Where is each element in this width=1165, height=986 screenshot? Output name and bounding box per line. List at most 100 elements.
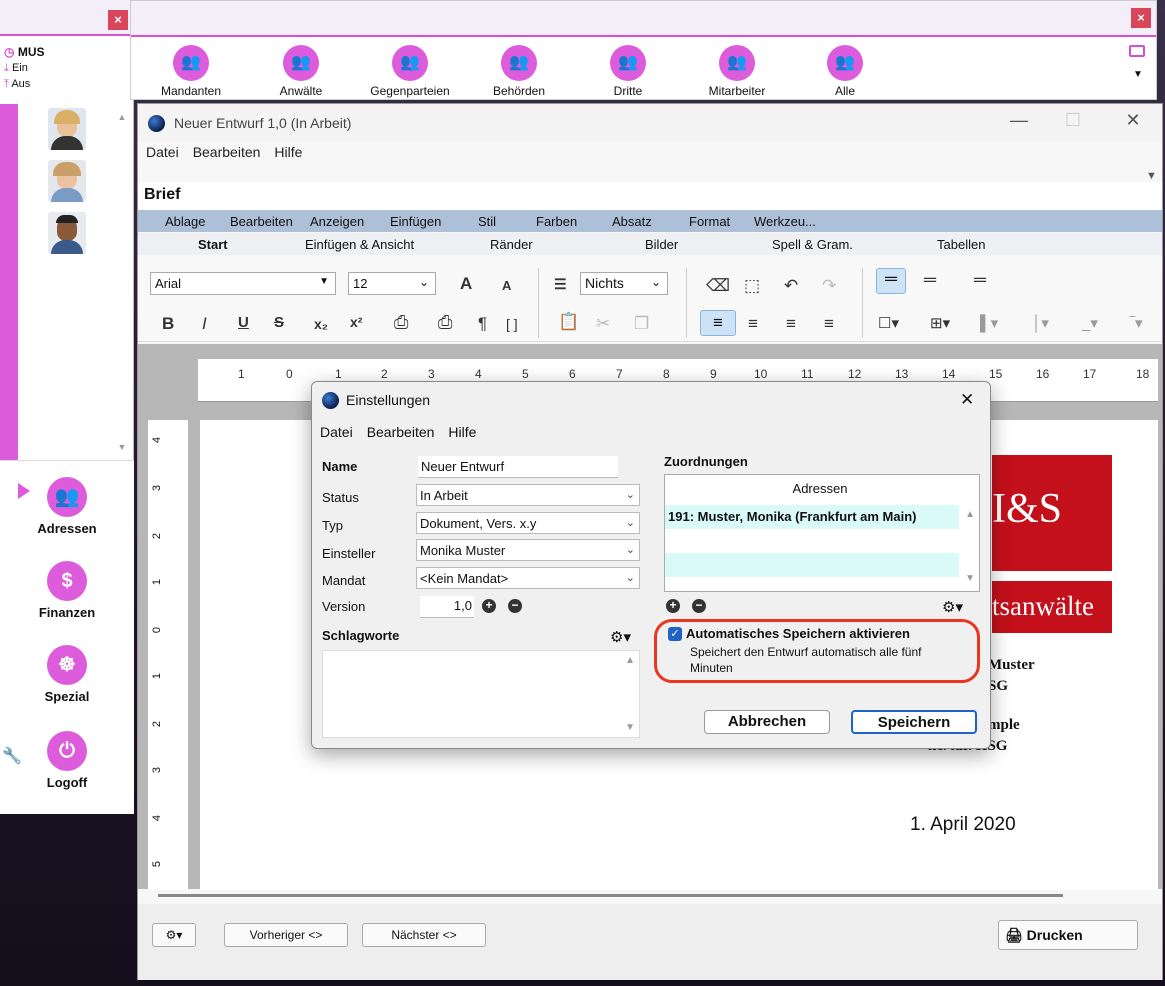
- ribbon-ablage[interactable]: Ablage: [165, 214, 205, 229]
- undo-icon[interactable]: ↶: [784, 276, 798, 296]
- avatar[interactable]: [48, 212, 86, 254]
- next-button[interactable]: Nächster <>: [362, 923, 486, 947]
- category-mandanten[interactable]: 👥 Mandanten: [141, 45, 241, 98]
- maximize-button[interactable]: ☐: [1058, 110, 1088, 131]
- font-size-select[interactable]: 12 ⌄: [348, 272, 436, 295]
- menu-hilfe[interactable]: Hilfe: [274, 144, 302, 160]
- mail-icon[interactable]: ✉: [2, 779, 14, 796]
- minimize-button[interactable]: —: [1004, 110, 1034, 131]
- grow-font-icon[interactable]: A: [460, 274, 472, 294]
- gear-icon[interactable]: ⚙▾: [942, 598, 963, 616]
- avatar-scrollbar[interactable]: ▲ ▼: [116, 112, 128, 457]
- left-close-button[interactable]: ×: [108, 10, 128, 30]
- status-select[interactable]: In Arbeit ⌄: [416, 484, 640, 506]
- name-field[interactable]: Neuer Entwurf: [418, 456, 618, 478]
- category-mitarbeiter[interactable]: 👥 Mitarbeiter: [687, 45, 787, 98]
- clock-in[interactable]: ⤓ Ein: [0, 60, 130, 76]
- ribbon-stil[interactable]: Stil: [478, 214, 496, 229]
- cancel-button[interactable]: Abbrechen: [704, 710, 830, 734]
- mandat-select[interactable]: <Kein Mandat> ⌄: [416, 567, 640, 589]
- dialog-close-icon[interactable]: ✕: [960, 390, 974, 410]
- menu-datei[interactable]: Datei: [320, 424, 353, 440]
- autosave-checkbox[interactable]: ✓: [668, 627, 682, 641]
- tab-einfuegen-ansicht[interactable]: Einfügen & Ansicht: [305, 237, 414, 252]
- keywords-list[interactable]: ▲ ▼: [322, 650, 640, 738]
- nav-spezial[interactable]: ☸ Spezial: [0, 645, 134, 704]
- vertical-ruler[interactable]: 4 3 2 1 0 1 2 3 4 5: [148, 420, 188, 890]
- menu-bearbeiten[interactable]: Bearbeiten: [367, 424, 435, 440]
- printer-icon[interactable]: ⎙: [438, 312, 452, 333]
- bold-icon[interactable]: B: [162, 314, 174, 334]
- spacing-double-icon[interactable]: ═: [974, 270, 986, 290]
- save-button[interactable]: Speichern: [851, 710, 977, 734]
- brackets-icon[interactable]: [ ]: [506, 316, 518, 332]
- remove-assignment-icon[interactable]: −: [692, 599, 706, 613]
- minus-icon[interactable]: −: [508, 599, 522, 613]
- ribbon-einfuegen[interactable]: Einfügen: [390, 214, 441, 229]
- print-button[interactable]: 🖨 Drucken: [998, 920, 1138, 950]
- strikethrough-icon[interactable]: S: [274, 314, 284, 331]
- scroll-down-icon[interactable]: ▼: [965, 573, 975, 584]
- cut-icon[interactable]: ✂: [596, 314, 610, 334]
- vertical-border-icon[interactable]: │▾: [1032, 314, 1049, 332]
- tab-overflow-icon[interactable]: ▼: [1146, 170, 1157, 182]
- autosave-label[interactable]: Automatisches Speichern aktivieren: [686, 626, 910, 641]
- category-anwaelte[interactable]: 👥 Anwälte: [251, 45, 351, 98]
- scroll-down-icon[interactable]: ▼: [625, 722, 635, 733]
- category-dritte[interactable]: 👥 Dritte: [578, 45, 678, 98]
- pilcrow-icon[interactable]: ¶: [478, 314, 487, 334]
- plus-icon[interactable]: +: [482, 599, 496, 613]
- align-left-icon[interactable]: ≡: [700, 310, 736, 336]
- version-field[interactable]: 1,0: [420, 596, 474, 618]
- ribbon-farben[interactable]: Farben: [536, 214, 577, 229]
- close-button[interactable]: ✕: [1118, 110, 1148, 131]
- italic-icon[interactable]: I: [202, 314, 207, 334]
- tab-spell-gram[interactable]: Spell & Gram.: [772, 237, 853, 252]
- ribbon-absatz[interactable]: Absatz: [612, 214, 652, 229]
- category-gegenparteien[interactable]: 👥 Gegenparteien: [360, 45, 460, 98]
- spacing-onehalf-icon[interactable]: ═: [924, 270, 936, 290]
- window-icon[interactable]: [1129, 45, 1145, 57]
- avatar[interactable]: [48, 160, 86, 202]
- clock-out[interactable]: ⤒ Aus: [0, 76, 130, 92]
- list-icon[interactable]: ☰: [554, 276, 567, 293]
- chevron-down-icon[interactable]: ▼: [1133, 69, 1143, 80]
- scroll-up-icon[interactable]: ▲: [965, 509, 975, 520]
- superscript-icon[interactable]: x²: [350, 314, 362, 330]
- copy-icon[interactable]: ❐: [634, 314, 649, 334]
- tab-bilder[interactable]: Bilder: [645, 237, 678, 252]
- align-right-icon[interactable]: ≡: [786, 314, 796, 334]
- settings-gear-button[interactable]: ⚙▾: [152, 923, 196, 947]
- menu-datei[interactable]: Datei: [146, 144, 179, 160]
- top-border-icon[interactable]: ‾▾: [1130, 314, 1143, 332]
- shading-icon[interactable]: ▌▾: [980, 314, 998, 332]
- nav-adressen[interactable]: 👥 Adressen: [0, 477, 134, 536]
- wrench-icon[interactable]: 🔧: [2, 746, 22, 766]
- einsteller-select[interactable]: Monika Muster ⌄: [416, 539, 640, 561]
- shrink-font-icon[interactable]: A: [502, 278, 511, 293]
- contact-bar-close-button[interactable]: ×: [1131, 8, 1151, 28]
- horizontal-scrollbar[interactable]: [158, 894, 1063, 897]
- font-select[interactable]: Arial ▼: [150, 272, 336, 295]
- ribbon-anzeigen[interactable]: Anzeigen: [310, 214, 364, 229]
- category-behoerden[interactable]: 👥 Behörden: [469, 45, 569, 98]
- align-center-icon[interactable]: ≡: [748, 314, 758, 334]
- avatar[interactable]: [48, 108, 86, 150]
- bottom-border-icon[interactable]: _▾: [1082, 314, 1098, 332]
- ribbon-format[interactable]: Format: [689, 214, 730, 229]
- spacing-single-icon[interactable]: ═: [876, 268, 906, 294]
- eraser-icon[interactable]: ⌫: [706, 276, 730, 296]
- ribbon-werkzeuge[interactable]: Werkzeu...: [754, 214, 816, 229]
- align-justify-icon[interactable]: ≡: [824, 314, 834, 334]
- previous-button[interactable]: Vorheriger <>: [224, 923, 348, 947]
- table-grid-icon[interactable]: ⊞▾: [930, 314, 950, 332]
- nav-finanzen[interactable]: $ Finanzen: [0, 561, 134, 620]
- tab-start[interactable]: Start: [198, 237, 228, 252]
- typ-select[interactable]: Dokument, Vers. x.y ⌄: [416, 512, 640, 534]
- scroll-up-icon[interactable]: ▲: [625, 655, 635, 666]
- tab-raender[interactable]: Ränder: [490, 237, 533, 252]
- gear-icon[interactable]: ⚙▾: [610, 628, 631, 646]
- category-alle[interactable]: 👥 Alle: [795, 45, 895, 98]
- border-box-icon[interactable]: ☐▾: [878, 314, 899, 332]
- print-preview-icon[interactable]: ⎙: [394, 312, 408, 333]
